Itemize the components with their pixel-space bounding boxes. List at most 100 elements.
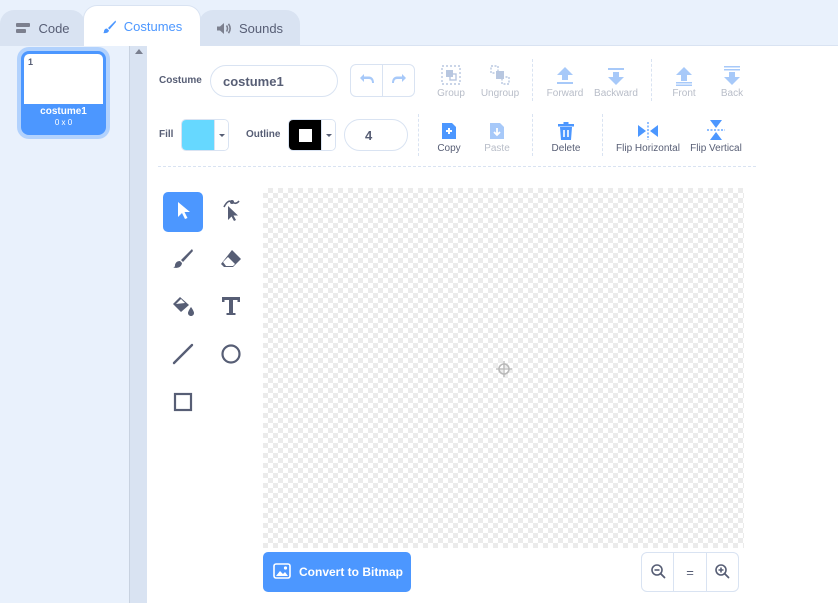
zoom-out-icon	[650, 563, 666, 582]
delete-button[interactable]: Delete	[546, 117, 586, 154]
outline-label: Outline	[246, 129, 281, 140]
chevron-down-icon	[321, 120, 335, 150]
outline-swatch	[289, 120, 321, 150]
select-icon	[174, 200, 192, 225]
outline-swatch-inner	[298, 128, 312, 142]
text-tool[interactable]	[211, 288, 251, 328]
outline-width-input[interactable]: 4	[344, 119, 408, 151]
front-label: Front	[672, 88, 696, 99]
zoom-reset-button[interactable]: =	[673, 553, 705, 591]
tab-code[interactable]: Code	[0, 10, 85, 45]
fill-tool[interactable]	[163, 288, 203, 328]
costume-label: Costume	[159, 75, 202, 86]
brush-icon	[172, 247, 194, 274]
forward-label: Forward	[546, 88, 584, 99]
fill-label: Fill	[159, 129, 174, 140]
flip-horizontal-icon	[637, 117, 659, 141]
paint-canvas[interactable]	[263, 188, 744, 548]
redo-button[interactable]	[383, 65, 414, 96]
ungroup-icon	[489, 62, 511, 86]
zoom-reset-label: =	[686, 564, 694, 580]
group-icon	[440, 62, 462, 86]
line-tool[interactable]	[163, 336, 203, 376]
group-button[interactable]: Group	[429, 62, 473, 99]
reshape-tool[interactable]	[211, 192, 251, 232]
chevron-down-icon	[214, 120, 228, 150]
copy-icon	[440, 117, 458, 141]
outline-color-picker[interactable]	[288, 119, 336, 151]
fill-color-picker[interactable]	[181, 119, 229, 151]
fill-icon	[171, 295, 195, 322]
flip-horizontal-button[interactable]: Flip Horizontal	[614, 117, 682, 154]
separator	[418, 114, 419, 156]
brush-tool[interactable]	[163, 240, 203, 280]
separator	[602, 114, 603, 156]
undo-button[interactable]	[351, 65, 383, 96]
tab-sounds[interactable]: Sounds	[199, 10, 300, 45]
separator	[651, 59, 652, 101]
back-label: Back	[720, 88, 744, 99]
text-icon	[221, 296, 241, 321]
convert-to-bitmap-button[interactable]: Convert to Bitmap	[263, 552, 411, 592]
front-button[interactable]: Front	[663, 62, 705, 99]
copy-button[interactable]: Copy	[429, 117, 469, 154]
costume-list-scrollbar[interactable]	[129, 45, 147, 603]
ungroup-label: Ungroup	[480, 88, 520, 99]
backward-button[interactable]: Backward	[592, 62, 640, 99]
delete-label: Delete	[551, 143, 581, 154]
eraser-tool[interactable]	[211, 240, 251, 280]
paste-button[interactable]: Paste	[477, 117, 517, 154]
tab-costumes-label: Costumes	[123, 18, 183, 34]
tab-bar: Code Costumes Sounds	[0, 0, 838, 46]
ungroup-button[interactable]: Ungroup	[476, 62, 524, 99]
undo-icon	[359, 72, 375, 90]
tab-code-label: Code	[38, 20, 70, 36]
flip-vertical-label: Flip Vertical	[690, 143, 742, 154]
group-label: Group	[437, 88, 465, 99]
zoom-in-button[interactable]	[705, 553, 738, 591]
zoom-in-icon	[714, 563, 730, 582]
paint-editor: Costume costume1 Group Ungroup Forward B…	[147, 45, 838, 603]
undo-redo-group	[350, 64, 415, 97]
forward-button[interactable]: Forward	[543, 62, 587, 99]
toolbar-divider	[158, 166, 756, 167]
separator	[532, 114, 533, 156]
fill-swatch	[182, 120, 214, 150]
reshape-icon	[220, 198, 242, 227]
flip-vertical-button[interactable]: Flip Vertical	[687, 117, 745, 154]
crosshair-icon	[495, 360, 513, 383]
back-button[interactable]: Back	[711, 62, 753, 99]
brush-icon	[102, 19, 117, 34]
copy-label: Copy	[437, 143, 461, 154]
rectangle-tool[interactable]	[163, 384, 203, 424]
convert-to-bitmap-label: Convert to Bitmap	[299, 565, 404, 579]
flip-vertical-icon	[706, 117, 726, 141]
costume-tile[interactable]: 1 costume1 0 x 0	[21, 51, 106, 135]
forward-icon	[555, 62, 575, 86]
backward-label: Backward	[594, 88, 638, 99]
costume-tile-size: 0 x 0	[54, 118, 73, 127]
backward-icon	[606, 62, 626, 86]
tab-costumes[interactable]: Costumes	[83, 5, 201, 46]
flip-horizontal-label: Flip Horizontal	[616, 143, 680, 154]
select-tool[interactable]	[163, 192, 203, 232]
rectangle-icon	[172, 391, 194, 418]
costume-tile-name: costume1	[40, 106, 87, 117]
trash-icon	[557, 117, 575, 141]
costume-thumbnail	[24, 54, 103, 104]
scroll-up-icon[interactable]	[135, 49, 143, 54]
redo-icon	[391, 72, 407, 90]
line-icon	[172, 343, 194, 370]
tab-sounds-label: Sounds	[238, 20, 284, 36]
image-icon	[273, 562, 291, 582]
paste-label: Paste	[484, 143, 510, 154]
circle-tool[interactable]	[211, 336, 251, 376]
circle-icon	[220, 343, 242, 370]
front-icon	[674, 62, 694, 86]
separator	[532, 59, 533, 101]
back-icon	[722, 62, 742, 86]
code-icon	[15, 22, 31, 34]
costume-name-input[interactable]: costume1	[210, 65, 338, 97]
zoom-out-button[interactable]	[642, 553, 673, 591]
costume-number: 1	[28, 57, 34, 67]
